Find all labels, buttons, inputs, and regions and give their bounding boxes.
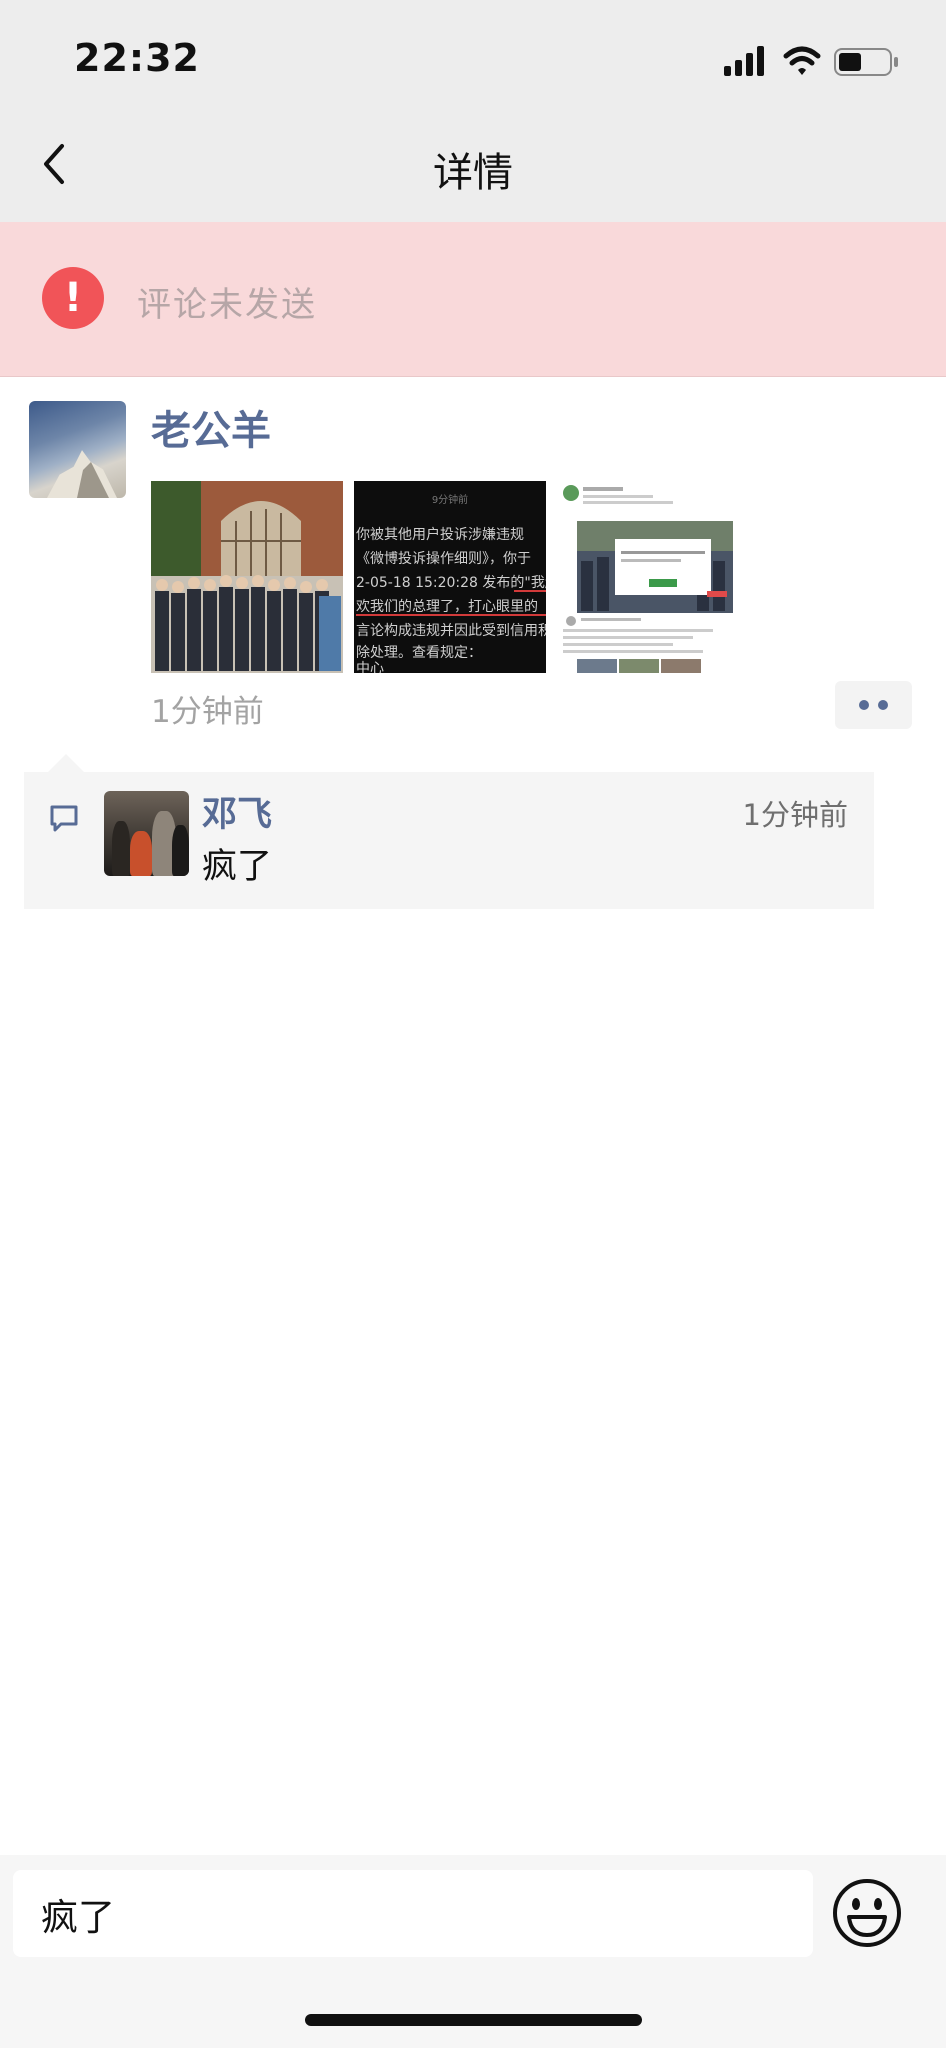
notice-time: 9分钟前 [432,493,468,506]
post-image-complaint-notice[interactable]: 9分钟前 你被其他用户投诉涉嫌违规 《微博投诉操作细则》，你于 2-05-18 … [354,481,546,673]
status-time: 22:32 [74,36,200,80]
avatar[interactable] [29,401,126,498]
home-indicator[interactable] [305,2014,642,2026]
page-title: 详情 [433,150,513,196]
comment-text: 疯了 [202,847,273,887]
comment-section: 邓飞 1分钟前 疯了 [24,754,874,909]
svg-text:除处理。查看规定：: 除处理。查看规定： [356,645,482,661]
comment-timestamp: 1分钟前 [742,798,848,832]
comment-bubble-icon [50,805,78,832]
signal-icon [724,46,764,76]
comment-input[interactable] [13,1870,813,1957]
svg-text:2-05-18 15:20:28 发布的"我赵: 2-05-18 15:20:28 发布的"我赵 [356,575,546,591]
status-bar: 22:32 [0,0,946,110]
nav-bar: 详情 [0,110,946,222]
more-dots-icon[interactable] [835,681,912,729]
post-username[interactable]: 老公羊 [151,398,271,456]
svg-text:言论构成违规并因此受到信用积: 言论构成违规并因此受到信用积 [356,623,546,639]
smiley-icon[interactable] [831,1877,903,1949]
comment-username[interactable]: 邓飞 [202,786,272,837]
error-message: 评论未发送 [137,285,317,325]
post-timestamp: 1分钟前 [151,694,264,730]
svg-text:你被其他用户投诉涉嫌违规: 你被其他用户投诉涉嫌违规 [356,526,524,543]
svg-text:《微博投诉操作细则》，你于: 《微博投诉操作细则》，你于 [356,550,531,567]
comment-avatar[interactable] [104,791,189,876]
post-image-group-photo[interactable] [151,481,343,673]
wifi-icon [783,46,821,75]
post-image-grid: 9分钟前 你被其他用户投诉涉嫌违规 《微博投诉操作细则》，你于 2-05-18 … [151,481,751,673]
status-icons [724,46,898,76]
svg-text:欢我们的总理了，打心眼里的: 欢我们的总理了，打心眼里的 [356,598,538,615]
post-image-weibo-screenshot[interactable] [557,481,749,673]
svg-text:中心: 中心 [356,661,384,673]
battery-icon [834,48,898,76]
exclamation-icon: ! [42,267,104,329]
comment-not-sent-banner[interactable]: ! 评论未发送 [0,222,946,377]
